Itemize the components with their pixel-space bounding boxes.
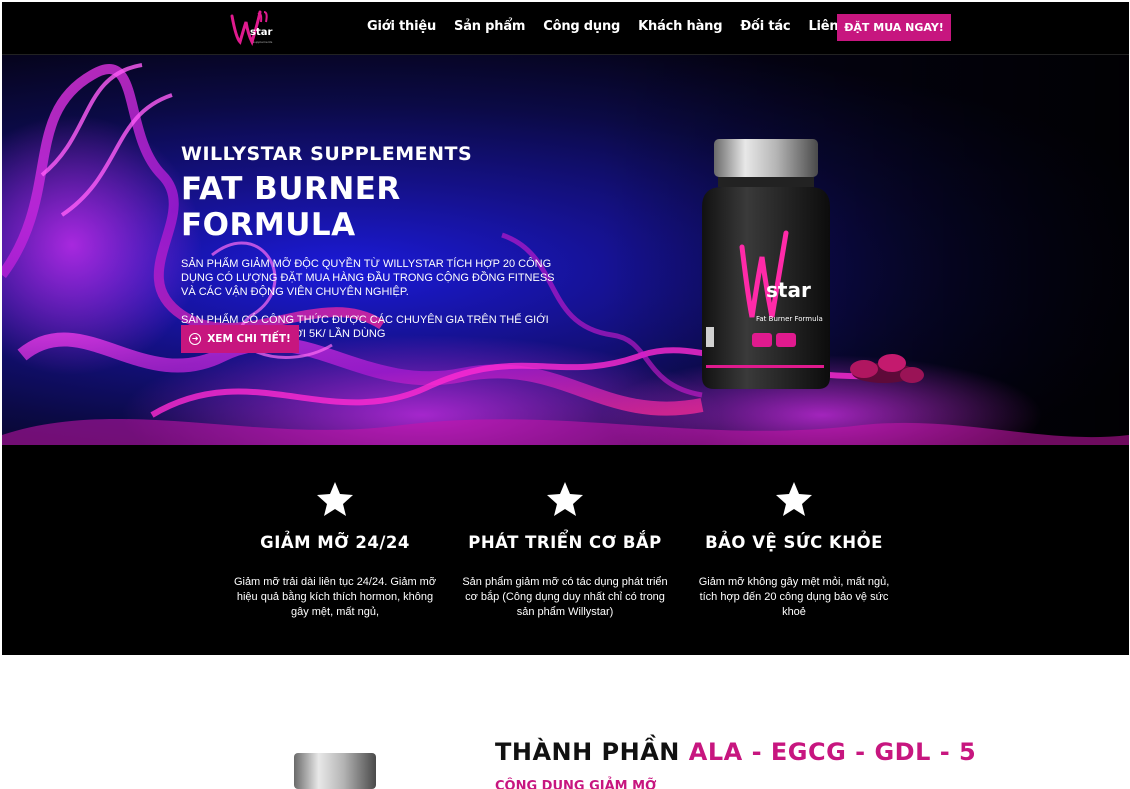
star-icon: [776, 482, 812, 516]
svg-text:star: star: [250, 27, 272, 38]
feature-title: BẢO VỆ SỨC KHỎE: [705, 533, 883, 552]
order-now-button[interactable]: ĐẶT MUA NGAY!: [837, 14, 951, 41]
feature-title: GIẢM MỠ 24/24: [260, 533, 410, 552]
svg-text:star: star: [766, 278, 811, 302]
nav-cong-dung[interactable]: Công dụng: [543, 19, 620, 34]
product-bottle-image: [294, 753, 376, 789]
nav-khach-hang[interactable]: Khách hàng: [638, 19, 722, 34]
ingredients-section: THÀNH PHẦN ALA - EGCG - GDL - 5 CÔNG DỤN…: [2, 655, 1129, 789]
star-icon: [317, 482, 353, 516]
nav-doi-tac[interactable]: Đối tác: [740, 19, 790, 34]
ingredients-title: THÀNH PHẦN ALA - EGCG - GDL - 5: [495, 738, 976, 766]
view-details-button[interactable]: ➜ XEM CHI TIẾT!: [181, 325, 299, 353]
ingredients-title-dark: THÀNH PHẦN: [495, 738, 680, 766]
feature-text: Giảm mỡ không gây mệt mỏi, mất ngủ, tích…: [698, 576, 890, 618]
svg-text:supplements: supplements: [253, 40, 273, 44]
ingredients-title-pink: ALA - EGCG - GDL - 5: [688, 738, 977, 766]
feature-title: PHÁT TRIỂN CƠ BẮP: [468, 533, 662, 552]
hero-banner: WILLYSTAR SUPPLEMENTS FAT BURNER FORMULA…: [2, 55, 1129, 445]
feature-text: Giảm mỡ trải dài liên tục 24/24. Giảm mỡ…: [233, 576, 437, 618]
nav-gioi-thieu[interactable]: Giới thiệu: [367, 19, 436, 34]
top-navbar: star supplements Giới thiệu Sản phẩm Côn…: [2, 2, 1129, 55]
willystar-logo[interactable]: star supplements: [228, 8, 278, 50]
hero-brand: WILLYSTAR SUPPLEMENTS: [181, 143, 473, 165]
ingredients-subtitle: CÔNG DỤNG GIẢM MỠ: [495, 779, 657, 789]
feature-text: Sản phẩm giảm mỡ có tác dụng phát triển …: [462, 576, 668, 618]
product-bottle-image: star Fat Burner Formula: [702, 139, 924, 389]
view-details-label: XEM CHI TIẾT!: [207, 333, 291, 345]
svg-text:Fat Burner Formula: Fat Burner Formula: [756, 315, 823, 323]
nav-san-pham[interactable]: Sản phẩm: [454, 19, 525, 34]
page: star supplements Giới thiệu Sản phẩm Côn…: [2, 2, 1129, 789]
hero-title: FAT BURNER FORMULA: [181, 171, 401, 243]
star-icon: [547, 482, 583, 516]
arrow-circle-icon: ➜: [189, 333, 202, 345]
hero-text: WILLYSTAR SUPPLEMENTS FAT BURNER FORMULA…: [181, 143, 571, 341]
features-section: GIẢM MỠ 24/24 Giảm mỡ trải dài liên tục …: [2, 445, 1129, 655]
main-nav: Giới thiệu Sản phẩm Công dụng Khách hàng…: [367, 19, 861, 34]
hero-description-1: Sản phẩm giảm mỡ độc quyền từ Willystar …: [181, 258, 555, 298]
